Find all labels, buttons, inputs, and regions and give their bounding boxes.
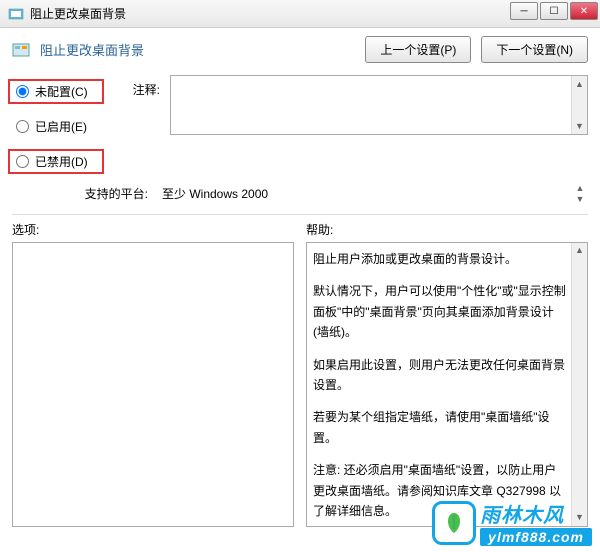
help-line: 如果启用此设置，则用户无法更改任何桌面背景设置。 [313,355,567,396]
previous-setting-button[interactable]: 上一个设置(P) [365,36,471,63]
radio-enabled-input[interactable] [16,120,29,133]
radio-disabled-label: 已禁用(D) [35,153,88,170]
options-box [12,242,294,527]
watermark-name: 雨林木风 [480,499,592,528]
scroll-down-icon[interactable]: ▼ [572,118,587,134]
radio-disabled[interactable]: 已禁用(D) [8,149,104,174]
radio-group: 未配置(C) 已启用(E) 已禁用(D) [12,75,104,174]
scroll-up-icon[interactable]: ▲ [572,243,587,259]
close-button[interactable]: ✕ [570,2,598,20]
window: 阻止更改桌面背景 ─ ☐ ✕ 阻止更改桌面背景 上一个设置(P) 下一个设置(N… [0,0,600,552]
scroll-down-icon[interactable]: ▼ [572,193,588,204]
radio-not-configured-label: 未配置(C) [35,83,88,100]
window-controls: ─ ☐ ✕ [508,2,598,20]
app-icon [8,6,24,22]
watermark-url: ylmf888.com [480,528,592,546]
next-setting-button[interactable]: 下一个设置(N) [481,36,588,63]
help-line: 默认情况下，用户可以使用"个性化"或"显示控制面板"中的"桌面背景"页向其桌面添… [313,281,567,342]
platform-value: 至少 Windows 2000 [158,182,588,204]
watermark: 雨林木风 ylmf888.com [432,499,592,546]
comment-scrollbar[interactable]: ▲ ▼ [571,76,587,134]
policy-icon [12,41,30,59]
radio-not-configured[interactable]: 未配置(C) [8,79,104,104]
scroll-up-icon[interactable]: ▲ [572,182,588,193]
header-row: 阻止更改桌面背景 上一个设置(P) 下一个设置(N) [0,28,600,71]
maximize-button[interactable]: ☐ [540,2,568,20]
platform-scrollbar[interactable]: ▲ ▼ [572,182,588,204]
config-row: 未配置(C) 已启用(E) 已禁用(D) 注释: ▲ ▼ [12,75,588,174]
comment-textarea[interactable]: ▲ ▼ [170,75,588,135]
window-title: 阻止更改桌面背景 [30,5,126,22]
panels: 选项: 帮助: 阻止用户添加或更改桌面的背景设计。 默认情况下，用户可以使用"个… [12,221,588,527]
page-title: 阻止更改桌面背景 [40,40,355,59]
help-box: 阻止用户添加或更改桌面的背景设计。 默认情况下，用户可以使用"个性化"或"显示控… [306,242,588,527]
titlebar: 阻止更改桌面背景 ─ ☐ ✕ [0,0,600,28]
separator [12,214,588,215]
platform-row: 支持的平台: 至少 Windows 2000 ▲ ▼ [12,182,588,204]
radio-disabled-input[interactable] [16,155,29,168]
help-scrollbar[interactable]: ▲ ▼ [571,243,587,526]
radio-enabled[interactable]: 已启用(E) [12,118,104,135]
comment-label: 注释: [114,75,160,98]
minimize-button[interactable]: ─ [510,2,538,20]
help-label: 帮助: [306,221,588,238]
help-line: 阻止用户添加或更改桌面的背景设计。 [313,249,567,269]
help-line: 若要为某个组指定墙纸，请使用"桌面墙纸"设置。 [313,407,567,448]
radio-not-configured-input[interactable] [16,85,29,98]
help-panel: 帮助: 阻止用户添加或更改桌面的背景设计。 默认情况下，用户可以使用"个性化"或… [306,221,588,527]
options-label: 选项: [12,221,294,238]
content: 未配置(C) 已启用(E) 已禁用(D) 注释: ▲ ▼ 支持 [0,71,600,527]
scroll-up-icon[interactable]: ▲ [572,76,587,92]
radio-enabled-label: 已启用(E) [35,118,87,135]
platform-label: 支持的平台: [12,185,148,202]
watermark-icon [432,501,476,545]
options-panel: 选项: [12,221,294,527]
